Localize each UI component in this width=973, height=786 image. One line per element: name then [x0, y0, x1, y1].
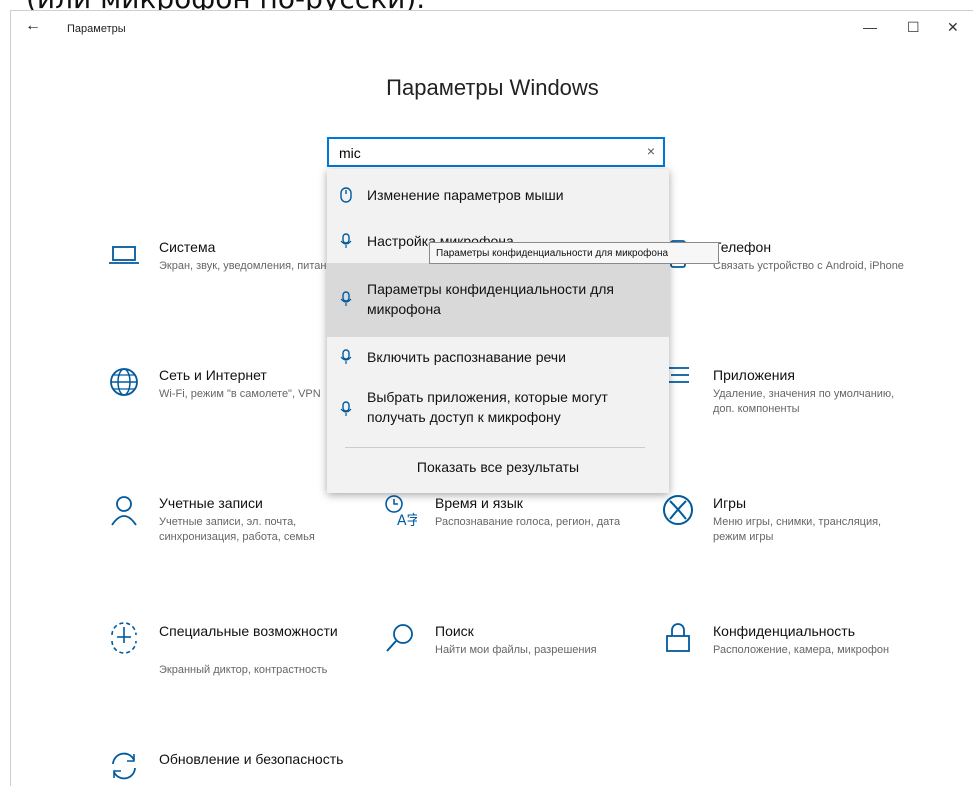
title-bar: ← Параметры — ☐ ✕ [11, 11, 973, 47]
tile-title: Учетные записи [159, 495, 263, 511]
sync-icon [112, 752, 136, 780]
result-item-microphone-privacy[interactable]: Параметры конфиденциальности для микрофо… [327, 263, 669, 337]
tile-description: Расположение, камера, микрофон [713, 644, 890, 656]
microphone-icon [340, 401, 352, 416]
tile-description: Найти мои файлы, разрешения [435, 644, 597, 656]
page-title: Параметры Windows [386, 75, 599, 100]
tile-description: Меню игры, снимки, трансляция, режим игр… [713, 516, 882, 543]
window-title: Параметры [67, 23, 126, 35]
result-label: Параметры конфиденциальности для микрофо… [367, 281, 614, 317]
search-input-value[interactable]: mic [339, 145, 361, 161]
result-item-speech-recognition[interactable]: Включить распознавание речи [327, 339, 669, 379]
person-icon [111, 496, 137, 526]
tile-description: Экранный диктор, контрастность [159, 664, 328, 676]
mouse-icon [340, 187, 352, 203]
xbox-icon [663, 495, 693, 525]
result-label: Изменение параметров мыши [367, 187, 564, 203]
svg-text:A字: A字 [397, 513, 417, 527]
microphone-icon [340, 233, 352, 248]
lock-icon [666, 623, 690, 652]
search-input[interactable]: mic × [327, 137, 665, 167]
tile-title: Обновление и безопасность [159, 751, 344, 767]
tooltip: Параметры конфиденциальности для микрофо… [429, 242, 719, 264]
minimize-button[interactable]: — [863, 19, 877, 35]
search-results-dropdown: Изменение параметров мыши Настройка микр… [327, 169, 669, 493]
tile-description: Распознавание голоса, регион, дата [435, 516, 621, 528]
tile-description: Связать устройство с Android, iPhone [713, 260, 904, 272]
clear-search-button[interactable]: × [647, 143, 655, 159]
tile-title: Конфиденциальность [713, 623, 856, 639]
search-icon [386, 624, 413, 652]
tile-title: Приложения [713, 367, 795, 383]
tile-title: Специальные возможности [159, 623, 338, 639]
tile-description: Удаление, значения по умолчанию, доп. ко… [713, 388, 895, 415]
maximize-button[interactable]: ☐ [907, 19, 920, 36]
tile-title: Телефон [713, 239, 772, 255]
tile-title: Поиск [435, 623, 474, 639]
results-divider [345, 447, 645, 448]
tile-description: Учетные записи, эл. почта, синхронизация… [159, 516, 315, 543]
globe-icon [110, 368, 138, 396]
settings-window: ← Параметры — ☐ ✕ Параметры Windows mic … [10, 10, 973, 786]
result-label: Выбрать приложения, которые могут получа… [367, 389, 608, 425]
accessibility-icon [111, 622, 137, 654]
microphone-icon [340, 349, 352, 364]
tile-title: Время и язык [435, 495, 523, 511]
result-item-app-microphone-access[interactable]: Выбрать приложения, которые могут получа… [327, 381, 669, 437]
tile-title: Игры [713, 495, 747, 511]
show-all-results-link[interactable]: Показать все результаты [327, 459, 669, 475]
result-label: Включить распознавание речи [367, 349, 566, 365]
result-item-mouse-settings[interactable]: Изменение параметров мыши [327, 177, 669, 213]
back-button[interactable]: ← [25, 17, 41, 35]
laptop-icon [109, 246, 139, 264]
close-button[interactable]: ✕ [947, 19, 959, 36]
time-language-icon: A字 [385, 495, 417, 527]
microphone-icon [340, 291, 352, 306]
